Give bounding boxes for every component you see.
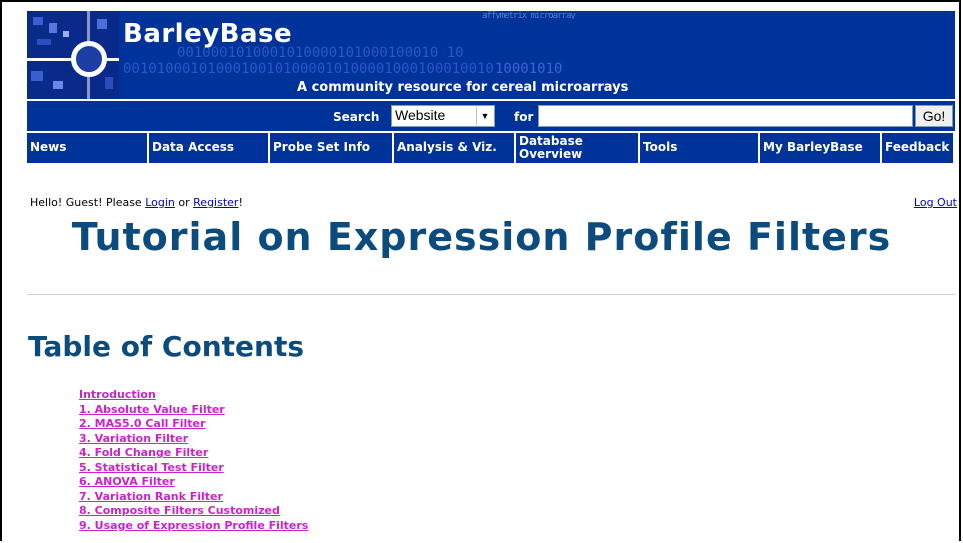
nav-item-news[interactable]: News bbox=[27, 133, 147, 163]
site-tagline: A community resource for cereal microarr… bbox=[297, 80, 629, 95]
site-brand[interactable]: BarleyBase bbox=[123, 19, 292, 49]
register-link[interactable]: Register bbox=[193, 196, 238, 209]
login-link[interactable]: Login bbox=[145, 196, 175, 209]
toc-link-variation-rank-filter[interactable]: 7. Variation Rank Filter bbox=[79, 490, 308, 505]
main-nav: News Data Access Probe Set Info Analysis… bbox=[27, 133, 955, 163]
search-scope-select[interactable]: Website ▼ bbox=[391, 105, 495, 127]
banner-top-text: affymetrix microarray bbox=[482, 11, 576, 19]
site-banner: affymetrix microarray 001000101000101000… bbox=[27, 11, 955, 99]
globe-icon bbox=[71, 41, 107, 77]
toc-heading: Table of Contents bbox=[28, 330, 305, 363]
toc-link-anova-filter[interactable]: 6. ANOVA Filter bbox=[79, 475, 308, 490]
search-scope-value: Website bbox=[395, 107, 446, 123]
user-greeting: Hello! Guest! Please Login or Register! bbox=[30, 196, 243, 209]
nav-item-my-barleybase[interactable]: My BarleyBase bbox=[760, 133, 880, 163]
toc-list: Introduction 1. Absolute Value Filter 2.… bbox=[79, 388, 308, 533]
divider bbox=[27, 294, 955, 295]
toc-link-composite-filters[interactable]: 8. Composite Filters Customized bbox=[79, 504, 308, 519]
logout-link[interactable]: Log Out bbox=[914, 196, 957, 209]
binary-decoration-3: 10001010 bbox=[495, 61, 563, 77]
toc-link-variation-filter[interactable]: 3. Variation Filter bbox=[79, 432, 308, 447]
nav-item-data-access[interactable]: Data Access bbox=[149, 133, 268, 163]
search-label: Search bbox=[333, 110, 380, 124]
nav-item-analysis-viz[interactable]: Analysis & Viz. bbox=[394, 133, 514, 163]
nav-item-database-overview[interactable]: Database Overview bbox=[516, 133, 638, 163]
toc-link-fold-change-filter[interactable]: 4. Fold Change Filter bbox=[79, 446, 308, 461]
page-title: Tutorial on Expression Profile Filters bbox=[71, 215, 892, 259]
greeting-text: Hello! Guest! Please bbox=[30, 196, 142, 209]
toc-link-introduction[interactable]: Introduction bbox=[79, 388, 308, 403]
nav-item-tools[interactable]: Tools bbox=[640, 133, 758, 163]
search-bar: Search Website ▼ for Go! bbox=[27, 101, 955, 131]
nav-item-feedback[interactable]: Feedback bbox=[882, 133, 953, 163]
binary-decoration-2: 0010100010100010010100001010000100010001… bbox=[123, 61, 494, 77]
toc-link-statistical-test-filter[interactable]: 5. Statistical Test Filter bbox=[79, 461, 308, 476]
nav-item-probe-set-info[interactable]: Probe Set Info bbox=[270, 133, 392, 163]
search-input[interactable] bbox=[538, 105, 913, 127]
toc-link-usage-of-filters[interactable]: 9. Usage of Expression Profile Filters bbox=[79, 519, 308, 534]
chevron-down-icon[interactable]: ▼ bbox=[476, 107, 493, 125]
or-text: or bbox=[178, 196, 190, 209]
for-label: for bbox=[514, 110, 534, 124]
go-button[interactable]: Go! bbox=[915, 105, 953, 127]
greeting-suffix: ! bbox=[238, 196, 243, 209]
toc-link-absolute-value-filter[interactable]: 1. Absolute Value Filter bbox=[79, 403, 308, 418]
toc-link-mas5-call-filter[interactable]: 2. MAS5.0 Call Filter bbox=[79, 417, 308, 432]
barleybase-logo[interactable] bbox=[27, 11, 119, 99]
